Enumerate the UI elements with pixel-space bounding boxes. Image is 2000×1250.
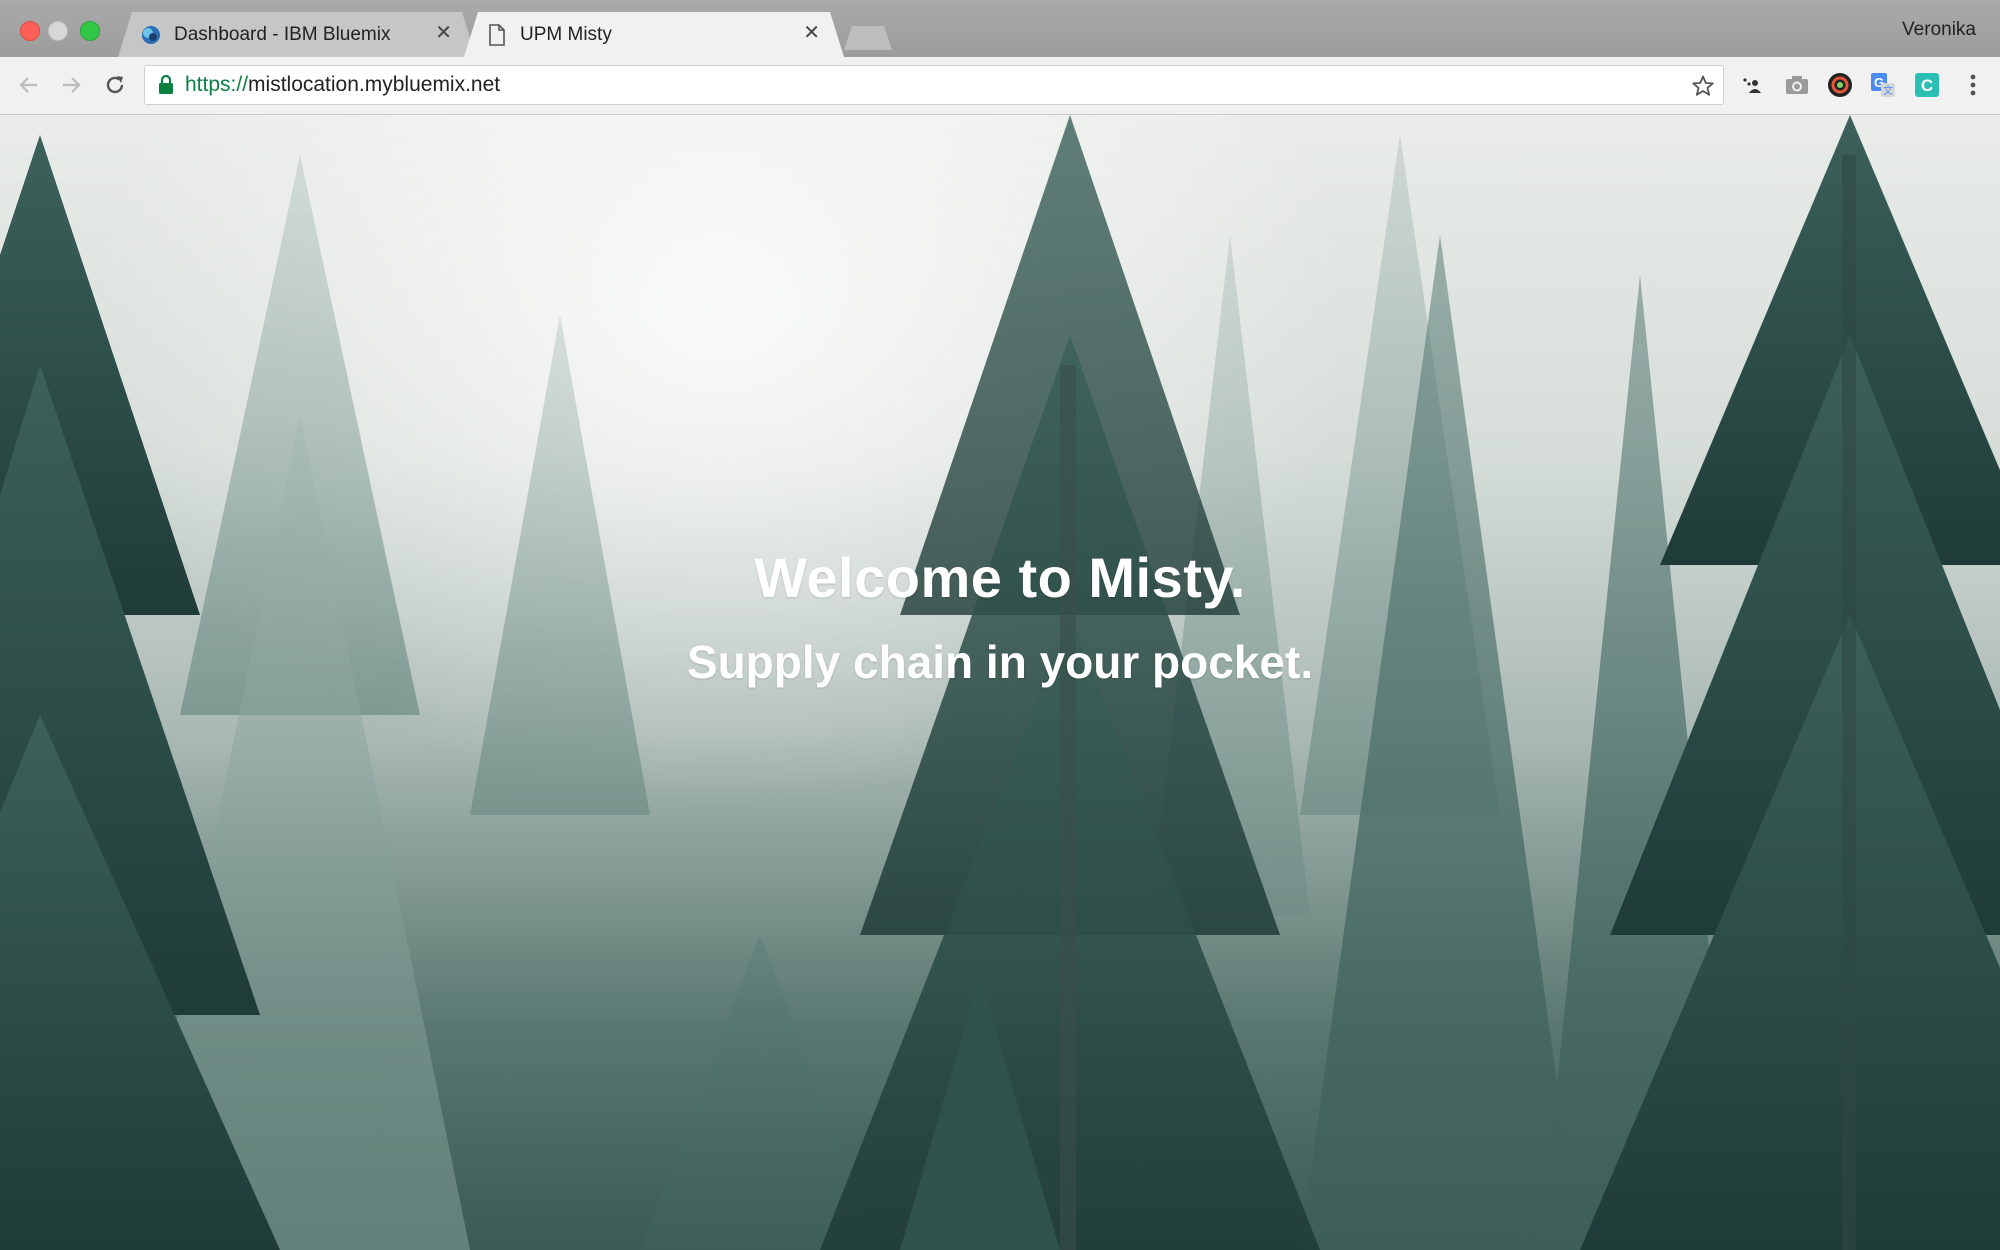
- close-tab-icon[interactable]: ✕: [803, 23, 820, 43]
- tab-upm-misty[interactable]: UPM Misty ✕: [464, 12, 844, 57]
- document-icon: [486, 23, 508, 46]
- minimize-window-button[interactable]: [48, 21, 68, 41]
- new-tab-button[interactable]: [844, 26, 892, 50]
- reload-icon[interactable]: [100, 70, 130, 100]
- bookmark-star-icon[interactable]: [1691, 74, 1715, 98]
- svg-text:文: 文: [1883, 84, 1893, 97]
- google-translate-icon[interactable]: G文: [1868, 70, 1898, 100]
- tab-title: Dashboard - IBM Bluemix: [174, 23, 391, 45]
- misty-landing-page: Welcome to Misty. Supply chain in your p…: [0, 115, 2000, 1250]
- hero-title: Welcome to Misty.: [754, 546, 1246, 609]
- address-bar[interactable]: https://mistlocation.mybluemix.net: [144, 65, 1724, 105]
- maximize-window-button[interactable]: [80, 21, 100, 41]
- bluemix-favicon-icon: [140, 24, 162, 46]
- camera-icon[interactable]: [1782, 70, 1812, 100]
- lock-icon[interactable]: [157, 75, 175, 95]
- c-extension-icon[interactable]: C: [1912, 70, 1942, 100]
- svg-text:C: C: [1921, 76, 1933, 95]
- browser-toolbar: https://mistlocation.mybluemix.net G文 C: [0, 57, 2000, 115]
- forward-arrow-icon[interactable]: [56, 70, 86, 100]
- browser-titlebar: Dashboard - IBM Bluemix ✕ UPM Misty ✕ Ve…: [0, 0, 2000, 57]
- back-arrow-icon[interactable]: [14, 70, 44, 100]
- url-text[interactable]: https://mistlocation.mybluemix.net: [185, 73, 500, 97]
- color-picker-icon[interactable]: [1825, 70, 1855, 100]
- tab-title: UPM Misty: [520, 23, 612, 45]
- tab-dashboard-bluemix[interactable]: Dashboard - IBM Bluemix ✕: [118, 12, 476, 57]
- hero-subtitle: Supply chain in your pocket.: [686, 636, 1314, 688]
- cast-icon[interactable]: [1738, 70, 1768, 100]
- menu-icon[interactable]: [1958, 70, 1988, 100]
- profile-name[interactable]: Veronika: [1902, 19, 1976, 41]
- close-window-button[interactable]: [20, 21, 40, 41]
- close-tab-icon[interactable]: ✕: [435, 23, 452, 43]
